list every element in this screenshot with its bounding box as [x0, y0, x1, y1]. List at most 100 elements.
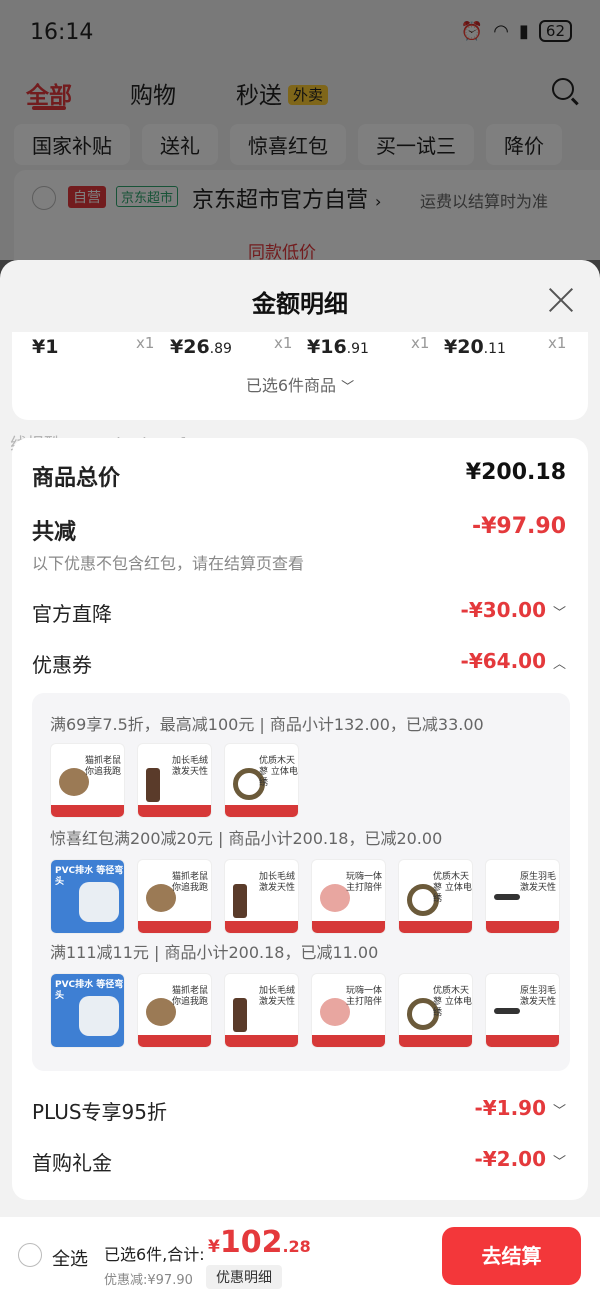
plus-discount-row[interactable]: PLUS专享95折 -¥1.90 ﹀: [32, 1096, 566, 1125]
feather-wand-icon: [233, 998, 247, 1032]
thumb-caption: 加长毛绒 激发天性: [259, 986, 296, 1007]
coupon-products: PVC排水 等径弯头 猫抓老鼠 你追我跑 加长毛绒 激发天性 玩嗨一体 主打陪伴…: [50, 859, 560, 934]
discount-detail-button[interactable]: 优惠明细: [206, 1265, 282, 1289]
amount-detail-card: 商品总价 ¥200.18 共减 -¥97.90 以下优惠不包含红包，请在结算页查…: [12, 438, 588, 1200]
thumb-caption: 猫抓老鼠 你追我跑: [85, 756, 122, 777]
price-dec: .91: [346, 341, 369, 357]
product-thumb[interactable]: 加长毛绒 激发天性: [137, 743, 212, 818]
product-summary-card: ¥1 x1 ¥26.89 x1 ¥16.91 x1 ¥20.11 x1 已选6件…: [12, 332, 588, 420]
thumb-caption: 优质木天蓼 立体电绣: [259, 756, 298, 788]
thumb-caption: 原生羽毛 激发天性: [520, 986, 557, 1007]
plus-discount-value: -¥1.90 ﹀: [474, 1096, 566, 1120]
thumb-caption: 优质木天蓼 立体电绣: [433, 872, 472, 904]
coupon-amount: -¥64.00: [460, 649, 547, 673]
feather-wand-icon: [233, 884, 247, 918]
thumb-caption: 玩嗨一体 主打陪伴: [346, 872, 383, 893]
product-qty: x1: [548, 334, 567, 352]
official-drop-label: 官方直降: [32, 602, 112, 626]
product-thumb[interactable]: 猫抓老鼠 你追我跑: [137, 859, 212, 934]
price-dec: .11: [483, 341, 506, 357]
chevron-up-icon: ︿: [552, 657, 566, 672]
total-reduce-value: -¥97.90: [471, 514, 566, 539]
pvc-elbow-icon: [79, 996, 119, 1036]
product-thumb[interactable]: 原生羽毛 激发天性: [485, 973, 560, 1048]
total-int: 102: [219, 1225, 283, 1260]
first-purchase-amount: -¥2.00: [474, 1147, 547, 1171]
product-thumb[interactable]: PVC排水 等径弯头: [50, 859, 125, 934]
close-icon[interactable]: [548, 286, 574, 312]
product-thumb[interactable]: 原生羽毛 激发天性: [485, 859, 560, 934]
feather-toy-icon: [494, 894, 520, 900]
thumb-banner: [225, 805, 298, 817]
thumb-banner: [51, 805, 124, 817]
selected-items-toggle[interactable]: 已选6件商品 ﹀: [12, 372, 588, 396]
chevron-down-icon: ﹀: [341, 380, 355, 395]
product-thumb[interactable]: 加长毛绒 激发天性: [224, 973, 299, 1048]
thumb-banner: [486, 1035, 559, 1047]
selected-count: 已选6件商品: [245, 376, 337, 395]
price-dec: .89: [209, 341, 232, 357]
product-thumb[interactable]: 猫抓老鼠 你追我跑: [50, 743, 125, 818]
product-qty: x1: [274, 334, 293, 352]
thumb-caption: 猫抓老鼠 你追我跑: [172, 872, 209, 893]
pvc-elbow-icon: [79, 882, 119, 922]
product-thumb[interactable]: 优质木天蓼 立体电绣: [398, 859, 473, 934]
first-purchase-row[interactable]: 首购礼金 -¥2.00 ﹀: [32, 1147, 566, 1176]
thumb-banner: [399, 921, 472, 933]
thumb-banner: [312, 1035, 385, 1047]
coupon-line: 满111减11元 | 商品小计200.18，已减11.00: [50, 943, 379, 962]
coupon-products: PVC排水 等径弯头 猫抓老鼠 你追我跑 加长毛绒 激发天性 玩嗨一体 主打陪伴…: [50, 973, 560, 1048]
select-all-radio[interactable]: [18, 1243, 42, 1267]
currency-symbol: ¥: [208, 1237, 220, 1257]
feather-toy-icon: [494, 1008, 520, 1014]
price-detail-sheet: 金额明细 ¥1 x1 ¥26.89 x1 ¥16.91 x1 ¥20.11 x1…: [0, 260, 600, 1295]
select-all-label[interactable]: 全选: [52, 1245, 88, 1271]
thumb-banner: [138, 921, 211, 933]
thumb-banner: [138, 805, 211, 817]
sheet-title: 金额明细: [252, 290, 348, 318]
price-int: ¥26: [170, 336, 210, 358]
thumb-caption: 原生羽毛 激发天性: [520, 872, 557, 893]
total-dec: .28: [282, 1237, 311, 1256]
thumb-banner: [399, 1035, 472, 1047]
coupon-products: 猫抓老鼠 你追我跑 加长毛绒 激发天性 优质木天蓼 立体电绣: [50, 743, 299, 818]
thumb-banner: [486, 921, 559, 933]
product-thumb[interactable]: 猫抓老鼠 你追我跑: [137, 973, 212, 1048]
total-price-value: ¥200.18: [465, 460, 566, 485]
checkout-button[interactable]: 去结算: [442, 1227, 581, 1285]
thumb-caption: 优质木天蓼 立体电绣: [433, 986, 472, 1018]
coupon-line: 惊喜红包满200减20元 | 商品小计200.18，已减20.00: [50, 829, 443, 848]
product-qty: x1: [136, 334, 155, 352]
product-thumb[interactable]: 加长毛绒 激发天性: [224, 859, 299, 934]
thumb-caption: 加长毛绒 激发天性: [259, 872, 296, 893]
reduce-note: 以下优惠不包含红包，请在结算页查看: [32, 554, 305, 573]
summary-label: 已选6件,合计:: [104, 1245, 205, 1264]
product-thumb[interactable]: 优质木天蓼 立体电绣: [398, 973, 473, 1048]
thumb-banner: [138, 1035, 211, 1047]
thumb-banner: [312, 921, 385, 933]
product-thumb[interactable]: 优质木天蓼 立体电绣: [224, 743, 299, 818]
product-thumb[interactable]: 玩嗨一体 主打陪伴: [311, 973, 386, 1048]
product-price: ¥1: [32, 336, 58, 358]
thumb-banner: [225, 921, 298, 933]
plus-discount-label: PLUS专享95折: [32, 1100, 167, 1124]
feather-wand-icon: [146, 768, 160, 802]
product-thumb[interactable]: 玩嗨一体 主打陪伴: [311, 859, 386, 934]
price-int: ¥20: [444, 336, 484, 358]
total-price-label: 商品总价: [32, 466, 121, 491]
first-purchase-label: 首购礼金: [32, 1151, 112, 1175]
total-price-row: 商品总价 ¥200.18: [32, 460, 566, 492]
total-amount: ¥102.28: [208, 1225, 311, 1260]
chevron-down-icon: ﹀: [552, 1104, 566, 1119]
product-qty: x1: [411, 334, 430, 352]
official-drop-row[interactable]: 官方直降 -¥30.00 ﹀: [32, 598, 566, 627]
total-reduce-label: 共减: [32, 520, 77, 545]
price-int: ¥1: [32, 336, 59, 358]
product-price: ¥20.11: [444, 336, 506, 358]
coupon-value: -¥64.00 ︿: [461, 649, 566, 673]
official-drop-value: -¥30.00 ﹀: [461, 598, 566, 622]
chevron-down-icon: ﹀: [552, 1155, 566, 1170]
coupon-row[interactable]: 优惠券 -¥64.00 ︿: [32, 649, 566, 678]
product-thumb[interactable]: PVC排水 等径弯头: [50, 973, 125, 1048]
thumb-banner: [225, 1035, 298, 1047]
